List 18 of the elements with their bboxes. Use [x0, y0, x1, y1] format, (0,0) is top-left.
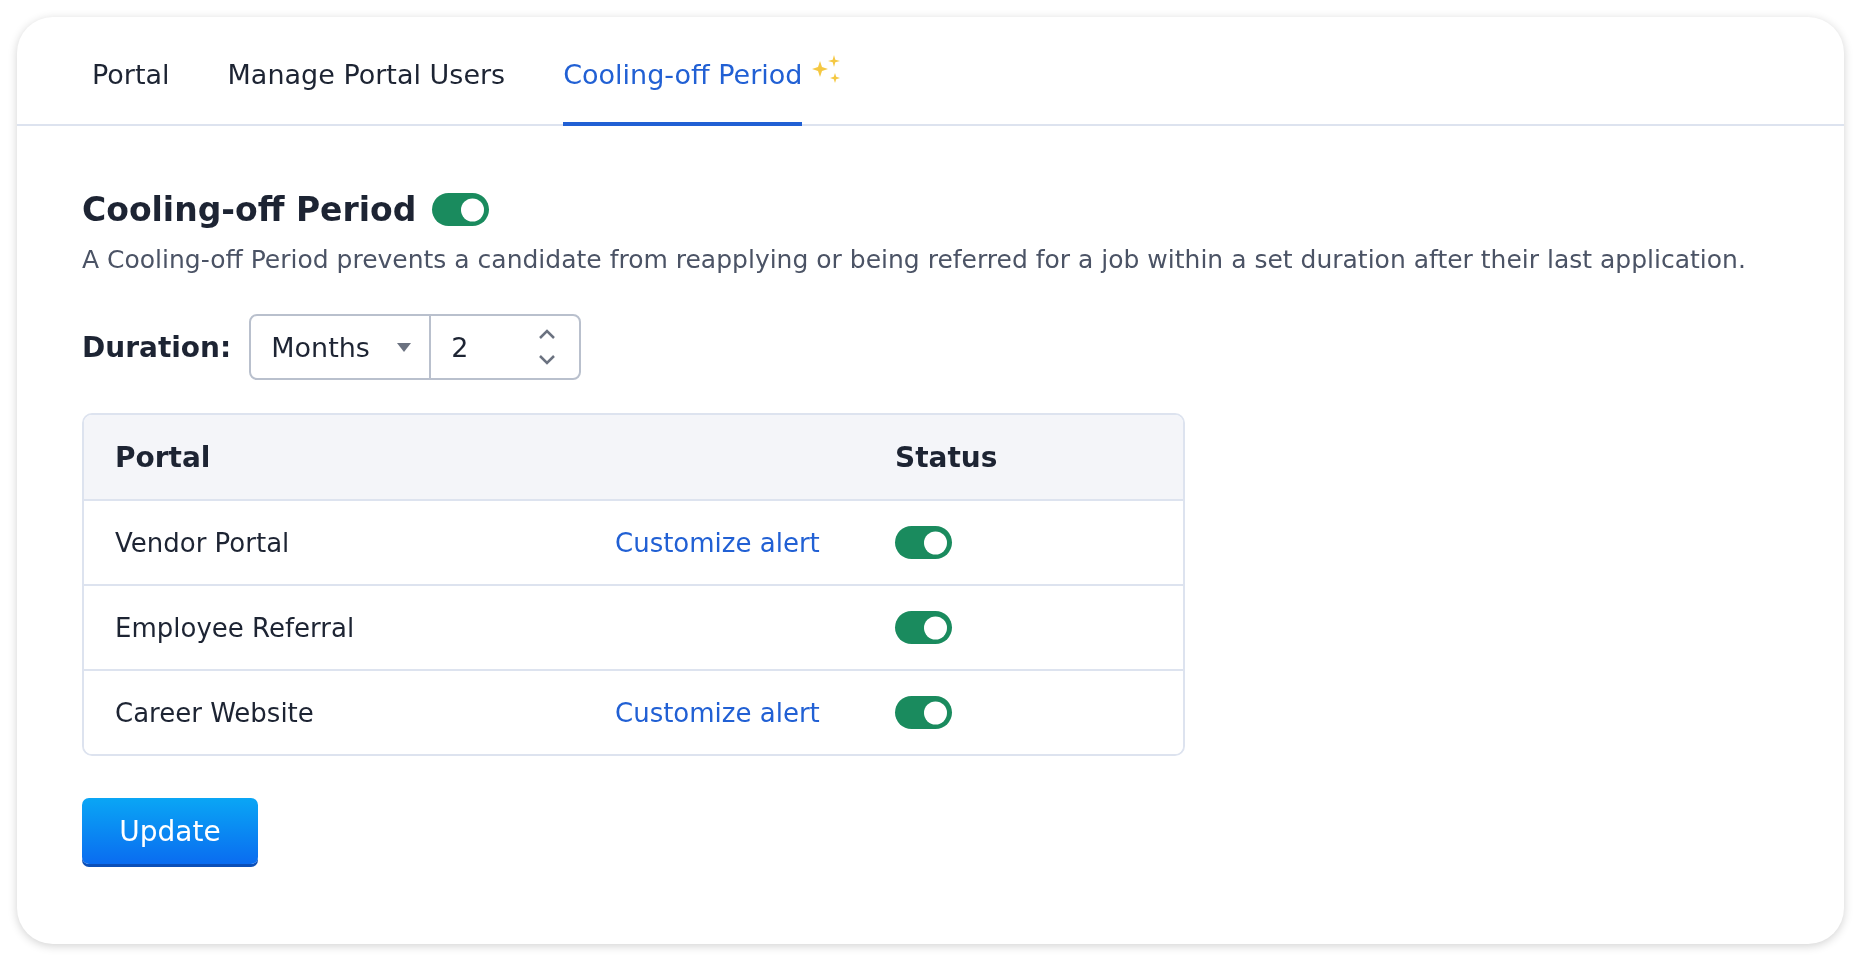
toggle-switch[interactable] — [432, 193, 490, 226]
column-header: Portal — [115, 440, 212, 474]
table-cell-text: Vendor Portal — [115, 527, 291, 558]
update-button[interactable]: Update — [82, 798, 258, 864]
tab[interactable]: Portal — [92, 17, 170, 126]
duration-label: Duration: — [82, 330, 232, 364]
column-header: Status — [895, 440, 999, 474]
toggle-switch[interactable] — [895, 611, 952, 644]
customize-alert-link[interactable]: Customize alert — [615, 697, 820, 728]
section-title: Cooling-off Period — [82, 190, 417, 229]
tab[interactable]: Manage Portal Users — [227, 17, 506, 126]
toggle-switch[interactable] — [895, 526, 952, 559]
table-cell-text: Employee Referral — [115, 612, 356, 643]
table-cell-text: Career Website — [115, 697, 315, 728]
description-text: A Cooling-off Period prevents a candidate from reapplying or being referred for a job within a set duration after their last application. — [82, 245, 1747, 274]
toggle-switch[interactable] — [895, 696, 952, 729]
customize-alert-link[interactable]: Customize alert — [615, 527, 820, 558]
tab[interactable]: Cooling-off Period — [563, 17, 803, 126]
